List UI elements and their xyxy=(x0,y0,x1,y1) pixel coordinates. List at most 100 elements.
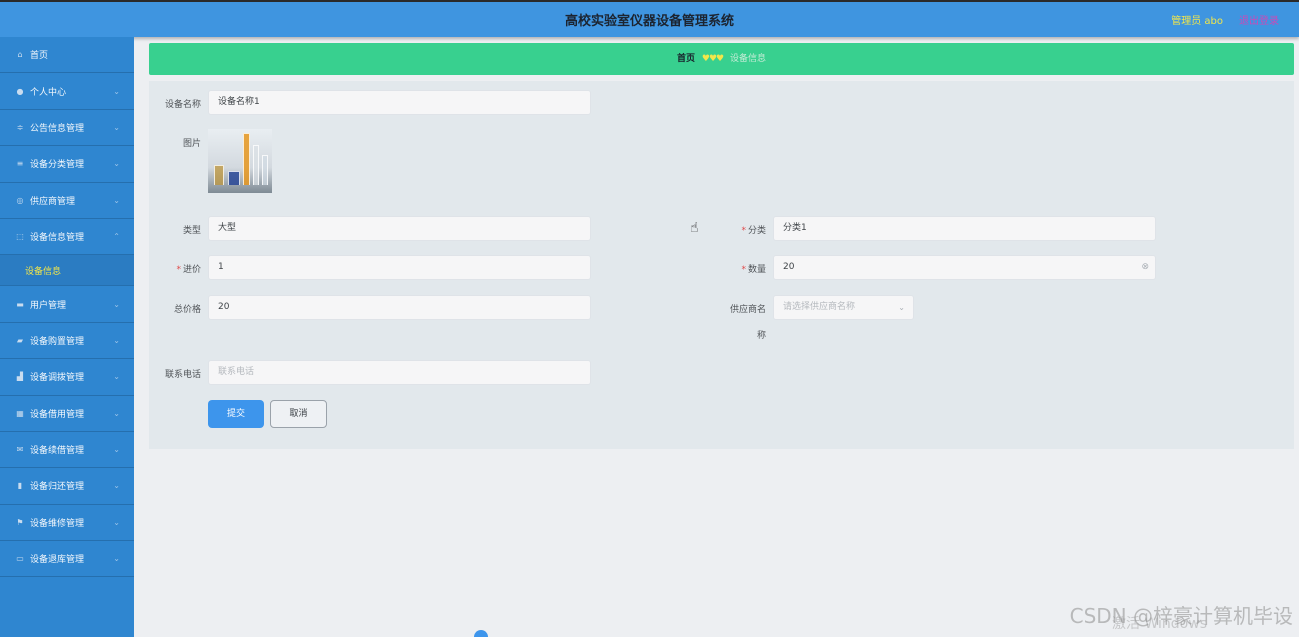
device-image[interactable] xyxy=(208,129,272,193)
sidebar-item-device-info[interactable]: ⬚ 设备信息管理 ⌃ xyxy=(0,219,134,256)
chevron-down-icon: ⌄ xyxy=(113,481,120,491)
chevron-down-icon: ⌄ xyxy=(113,195,120,205)
grid-icon: ▦ xyxy=(16,408,24,418)
submit-button[interactable]: 提交 xyxy=(208,400,264,428)
quantity-value: 20 xyxy=(783,262,795,272)
message-icon: ▭ xyxy=(16,554,24,564)
sidebar-item-return[interactable]: ▮ 设备归还管理 ⌄ xyxy=(0,468,134,505)
sidebar: ⌂ 首页 ● 个人中心 ⌄ ≑ 公告信息管理 ⌄ ≡ 设备分类管理 ⌄ ◎ 供应… xyxy=(0,37,134,637)
flag-icon: ⚑ xyxy=(16,517,24,527)
name-input[interactable]: 设备名称1 xyxy=(208,90,591,115)
app-title: 高校实验室仪器设备管理系统 xyxy=(564,14,734,29)
folder-icon: ▬ xyxy=(16,299,24,309)
chevron-down-icon: ⌄ xyxy=(113,372,120,382)
sidebar-item-profile[interactable]: ● 个人中心 ⌄ xyxy=(0,73,134,110)
submenu-item-device-info[interactable]: 设备信息 xyxy=(0,255,134,287)
sidebar-item-borrow[interactable]: ▦ 设备借用管理 ⌄ xyxy=(0,396,134,432)
price-input[interactable]: 1 xyxy=(208,255,591,280)
supplier-select[interactable]: 请选择供应商名称 ⌄ xyxy=(773,295,914,320)
sidebar-item-label: 设备退库管理 xyxy=(30,555,85,566)
total-input[interactable]: 20 xyxy=(208,295,591,320)
category-label-text: 分类 xyxy=(747,226,766,236)
breadcrumb-separator: ♥♥♥ xyxy=(701,54,724,64)
sidebar-item-label: 设备维修管理 xyxy=(30,518,85,529)
sidebar-item-label: 设备信息管理 xyxy=(30,233,85,244)
required-mark: * xyxy=(741,265,746,275)
name-label: 设备名称 xyxy=(164,100,201,110)
chevron-down-icon: ⌄ xyxy=(113,86,120,96)
chevron-up-icon: ⌃ xyxy=(113,232,120,242)
quantity-label-text: 数量 xyxy=(747,265,766,275)
supplier-label-wrap: 称 xyxy=(756,331,766,341)
logout-link[interactable]: 退出登录 xyxy=(1239,12,1279,27)
required-mark: * xyxy=(176,265,181,275)
list-icon: ≡ xyxy=(16,159,24,169)
sidebar-item-label: 设备调拨管理 xyxy=(30,373,85,384)
quantity-label: * 数量 xyxy=(714,262,766,275)
cancel-button[interactable]: 取消 xyxy=(270,400,327,428)
transfer-icon: ▟ xyxy=(16,372,24,382)
chevron-down-icon: ⌄ xyxy=(113,122,120,132)
sidebar-item-renew[interactable]: ✉ 设备续借管理 ⌄ xyxy=(0,432,134,469)
sidebar-item-users[interactable]: ▬ 用户管理 ⌄ xyxy=(0,286,134,323)
sidebar-item-category[interactable]: ≡ 设备分类管理 ⌄ xyxy=(0,146,134,183)
breadcrumb-home[interactable]: 首页 xyxy=(677,54,695,64)
chevron-down-icon: ⌄ xyxy=(113,159,120,169)
category-input[interactable]: 分类1 xyxy=(773,216,1156,241)
user-icon: ● xyxy=(16,86,24,96)
sidebar-item-label: 设备借用管理 xyxy=(30,409,85,420)
sidebar-item-purchase[interactable]: ▰ 设备购置管理 ⌄ xyxy=(0,323,134,360)
supplier-placeholder: 请选择供应商名称 xyxy=(783,302,856,312)
sidebar-item-repair[interactable]: ⚑ 设备维修管理 ⌄ xyxy=(0,505,134,542)
supplier-label: 供应商名 xyxy=(729,305,766,315)
floating-dot[interactable] xyxy=(474,630,488,637)
phone-label: 联系电话 xyxy=(164,370,201,380)
category-label: * 分类 xyxy=(714,223,766,236)
price-label: * 进价 xyxy=(149,262,201,275)
mail-icon: ✉ xyxy=(16,445,24,455)
home-icon: ⌂ xyxy=(17,50,23,60)
sidebar-item-retire[interactable]: ▭ 设备退库管理 ⌄ xyxy=(0,541,134,578)
sliders-icon: ≑ xyxy=(16,122,24,132)
quantity-input[interactable]: 20 ⊗ xyxy=(773,255,1156,280)
frame-icon: ⬚ xyxy=(16,232,24,242)
sidebar-item-label: 设备分类管理 xyxy=(30,160,85,171)
chevron-down-icon: ⌄ xyxy=(113,445,120,455)
csdn-watermark: CSDN @梓豪计算机毕设 xyxy=(1069,604,1293,628)
phone-input[interactable]: 联系电话 xyxy=(208,360,591,385)
type-input[interactable]: 大型 xyxy=(208,216,591,241)
chevron-down-icon: ⌄ xyxy=(113,335,120,345)
top-header: 高校实验室仪器设备管理系统 管理员 abo 退出登录 xyxy=(0,0,1299,37)
sidebar-item-label: 个人中心 xyxy=(30,87,67,98)
breadcrumb: 首页 ♥♥♥ 设备信息 xyxy=(149,43,1294,75)
chart-icon: ▮ xyxy=(17,481,23,491)
required-mark: * xyxy=(741,226,746,236)
chevron-down-icon: ⌄ xyxy=(113,299,120,309)
chevron-down-icon: ⌄ xyxy=(898,303,905,312)
sidebar-item-label: 公告信息管理 xyxy=(30,123,85,134)
cart-icon: ▰ xyxy=(16,335,24,345)
chevron-down-icon: ⌄ xyxy=(113,408,120,418)
sidebar-item-label: 首页 xyxy=(30,51,49,62)
mouse-cursor-icon: ☝ xyxy=(690,220,699,236)
sidebar-item-transfer[interactable]: ▟ 设备调拨管理 ⌄ xyxy=(0,359,134,396)
chevron-down-icon: ⌄ xyxy=(113,517,120,527)
price-label-text: 进价 xyxy=(182,265,201,275)
sidebar-item-label: 供应商管理 xyxy=(30,196,76,207)
sidebar-item-label: 设备续借管理 xyxy=(30,446,85,457)
total-label: 总价格 xyxy=(173,305,201,315)
chevron-down-icon: ⌄ xyxy=(113,554,120,564)
form-panel: 设备名称 设备名称1 图片 类型 大型 * 分类 分类1 * 进价 1 * 数量 20… xyxy=(149,81,1294,449)
image-label: 图片 xyxy=(182,139,201,149)
breadcrumb-current: 设备信息 xyxy=(729,54,766,64)
sidebar-item-label: 设备归还管理 xyxy=(30,482,85,493)
sidebar-item-label: 用户管理 xyxy=(30,300,67,311)
current-user[interactable]: 管理员 abo xyxy=(1171,12,1223,27)
sidebar-item-supplier[interactable]: ◎ 供应商管理 ⌄ xyxy=(0,183,134,219)
type-label: 类型 xyxy=(182,226,201,236)
sidebar-item-home[interactable]: ⌂ 首页 xyxy=(0,37,134,74)
compass-icon: ◎ xyxy=(16,195,24,205)
sidebar-item-notice[interactable]: ≑ 公告信息管理 ⌄ xyxy=(0,110,134,147)
clear-icon[interactable]: ⊗ xyxy=(1141,256,1149,279)
sidebar-item-label: 设备购置管理 xyxy=(30,336,85,347)
